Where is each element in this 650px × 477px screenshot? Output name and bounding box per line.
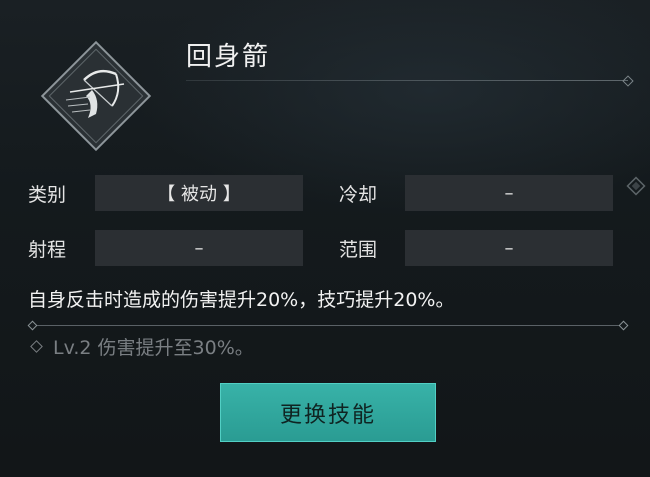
skill-description: 自身反击时造成的伤害提升20%，技巧提升20%。 <box>28 289 455 311</box>
title-divider <box>186 80 628 81</box>
category-label: 类别 <box>28 184 67 206</box>
range-value: – <box>95 230 303 266</box>
cooldown-value: – <box>405 175 613 211</box>
level-bonus-text: Lv.2 伤害提升至30%。 <box>53 337 254 359</box>
skill-detail-panel: 回身箭 类别 【 被动 】 冷却 – 射程 – 范围 – 自身反击时造成的伤害提… <box>0 0 650 477</box>
range-label: 射程 <box>28 239 67 261</box>
level-bonus-row: Lv.2 伤害提升至30%。 <box>28 333 254 360</box>
divider-right-cap <box>618 320 629 331</box>
archer-bow-icon <box>40 40 152 152</box>
section-divider <box>34 325 622 326</box>
diamond-bullet-icon <box>30 340 43 353</box>
area-value: – <box>405 230 613 266</box>
switch-skill-button[interactable]: 更换技能 <box>220 383 436 442</box>
title-divider-ornament <box>622 75 634 87</box>
skill-title: 回身箭 <box>186 42 271 72</box>
category-value: 【 被动 】 <box>95 175 303 211</box>
diamond-ornament-icon <box>626 176 646 196</box>
cooldown-label: 冷却 <box>339 184 378 206</box>
divider-left-cap <box>27 320 38 331</box>
area-label: 范围 <box>339 239 378 261</box>
